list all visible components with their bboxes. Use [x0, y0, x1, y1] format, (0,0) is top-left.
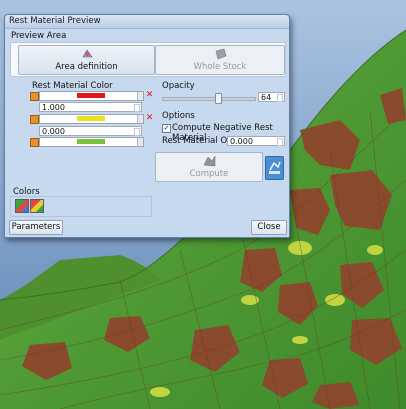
color-swatch [77, 139, 105, 144]
dialog-title: Rest Material Preview [9, 16, 101, 26]
dialog-titlebar[interactable]: Rest Material Preview [5, 15, 289, 29]
remove-color-icon[interactable] [145, 91, 154, 100]
color-bar-grip[interactable] [137, 138, 143, 146]
offset-field[interactable]: 0.000 [227, 136, 285, 146]
spin-icon[interactable] [277, 94, 283, 102]
color-value-field[interactable]: 1.000 [39, 102, 142, 112]
color-swatch [77, 116, 105, 121]
whole-stock-icon [215, 48, 227, 60]
color-star-icon[interactable] [30, 115, 39, 124]
area-definition-icon [81, 49, 93, 58]
opacity-label: Opacity [162, 81, 195, 91]
color-preset-1-icon[interactable] [15, 199, 29, 213]
color-preset-2-icon[interactable] [30, 199, 44, 213]
color-swatch-bar-red[interactable] [39, 91, 144, 101]
preview-area-label: Preview Area [11, 31, 67, 41]
compute-button[interactable]: Compute [155, 152, 263, 182]
spin-icon[interactable] [134, 128, 140, 136]
color-swatch-bar-green[interactable] [39, 137, 144, 147]
rest-material-preview-dialog: Rest Material Preview Preview Area Area … [4, 14, 290, 238]
color-swatch-bar-yellow[interactable] [39, 114, 144, 124]
color-value-field[interactable]: 0.000 [39, 126, 142, 136]
color-star-icon[interactable] [30, 138, 39, 147]
spin-icon[interactable] [134, 104, 140, 112]
options-label: Options [162, 111, 195, 121]
opacity-slider-track[interactable] [162, 97, 256, 101]
color-swatch [77, 93, 105, 98]
rest-material-color-label: Rest Material Color [32, 81, 113, 91]
offset-value: 0.000 [230, 137, 253, 146]
close-label: Close [257, 222, 281, 232]
area-definition-label: Area definition [55, 62, 118, 72]
auto-compute-icon [269, 161, 281, 174]
color-value: 1.000 [42, 103, 65, 112]
color-bar-grip[interactable] [137, 92, 143, 100]
opacity-value-field[interactable]: 64 [258, 92, 285, 102]
area-definition-button[interactable]: Area definition [18, 45, 155, 75]
spin-icon[interactable] [277, 138, 283, 146]
compute-label: Compute [189, 169, 229, 179]
remove-color-icon[interactable] [145, 114, 154, 123]
color-value: 0.000 [42, 127, 65, 136]
close-button[interactable]: Close [251, 220, 287, 235]
compute-icon [203, 155, 216, 167]
auto-compute-toggle[interactable] [265, 156, 284, 180]
color-star-icon[interactable] [30, 92, 39, 101]
whole-stock-button[interactable]: Whole Stock [155, 45, 285, 75]
whole-stock-label: Whole Stock [193, 62, 247, 72]
parameters-button[interactable]: Parameters [9, 220, 63, 235]
compute-negative-checkbox[interactable]: ✓ [162, 124, 171, 133]
opacity-slider-thumb[interactable] [215, 93, 222, 104]
parameters-label: Parameters [11, 222, 61, 232]
color-bar-grip[interactable] [137, 115, 143, 123]
opacity-value: 64 [261, 93, 272, 102]
